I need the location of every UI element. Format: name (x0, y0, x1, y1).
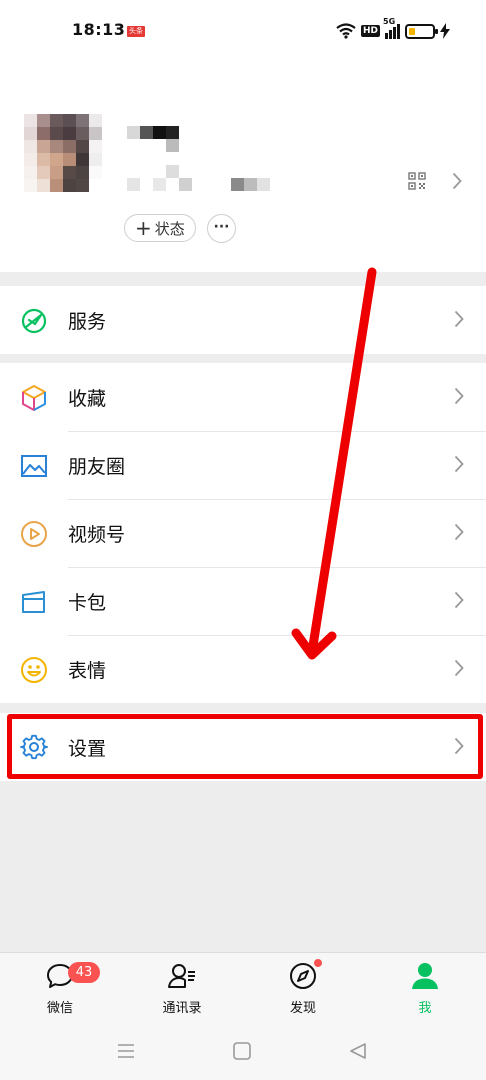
menu-label: 朋友圈 (68, 455, 126, 478)
features-group: 收藏 朋友圈 视频号 卡包 表情 (0, 363, 486, 703)
home-square-icon[interactable] (232, 1041, 252, 1061)
status-button-label: 状态 (154, 219, 185, 238)
favorites-cube-icon (22, 385, 46, 411)
menu-label: 卡包 (68, 591, 107, 614)
menu-item-stickers[interactable]: 表情 (0, 635, 486, 703)
unread-badge: 43 (68, 962, 100, 983)
tab-me[interactable]: 我 (380, 961, 470, 1025)
chevron-right-icon (454, 455, 464, 473)
menu-label: 收藏 (68, 387, 107, 410)
tab-label: 发现 (289, 1001, 316, 1016)
bottom-tab-bar: 微信 43 通讯录 发现 我 (0, 952, 486, 1026)
new-dot-badge (314, 959, 322, 967)
chevron-right-icon (454, 591, 464, 609)
menu-item-channels[interactable]: 视频号 (0, 499, 486, 567)
status-time: 18:13 (72, 20, 126, 39)
network-type: 5G (383, 17, 396, 26)
chevron-right-icon (452, 172, 462, 190)
tab-contacts[interactable]: 通讯录 (137, 961, 227, 1025)
battery-icon (405, 23, 438, 39)
channels-play-icon (21, 521, 47, 547)
menu-label: 服务 (68, 310, 107, 333)
menu-item-favorites[interactable]: 收藏 (0, 363, 486, 431)
signal-icon: 5G (383, 17, 400, 39)
annotation-highlight-box (7, 714, 483, 779)
compass-icon (290, 963, 316, 989)
tab-label: 微信 (46, 1001, 73, 1016)
profile-header[interactable]: + 状态 ··· (0, 62, 486, 272)
menu-item-moments[interactable]: 朋友圈 (0, 431, 486, 499)
status-right: HD 5G (336, 17, 450, 42)
back-triangle-icon[interactable] (348, 1041, 368, 1061)
menu-item-services[interactable]: 服务 (0, 286, 486, 354)
services-icon (21, 308, 47, 334)
system-nav-bar (0, 1026, 486, 1080)
notification-badge-icon: 头条 (127, 26, 145, 37)
chevron-right-icon (454, 387, 464, 405)
tab-discover[interactable]: 发现 (258, 959, 348, 1025)
menu-label: 表情 (68, 659, 107, 682)
plus-icon: + (135, 216, 152, 240)
chevron-right-icon (454, 310, 464, 328)
tab-label: 通讯录 (162, 1001, 202, 1016)
tab-label: 我 (418, 1001, 432, 1016)
more-button[interactable]: ··· (207, 214, 236, 243)
menu-label: 视频号 (68, 523, 126, 546)
contacts-icon (168, 964, 195, 988)
card-wallet-icon (22, 591, 45, 613)
moments-picture-icon (21, 455, 47, 477)
sticker-smile-icon (21, 657, 47, 683)
avatar[interactable] (24, 114, 102, 192)
charging-bolt-icon (440, 23, 450, 39)
person-icon (412, 963, 438, 989)
menu-item-card-wallet[interactable]: 卡包 (0, 567, 486, 635)
menu-lines-icon[interactable] (116, 1041, 136, 1061)
qr-code-icon[interactable] (408, 172, 426, 190)
hd-icon: HD (360, 25, 380, 37)
chevron-right-icon (454, 523, 464, 541)
add-status-button[interactable]: + 状态 (124, 214, 196, 242)
services-group: 服务 (0, 286, 486, 354)
chevron-right-icon (454, 659, 464, 677)
status-bar: 18:13 头条 HD 5G (0, 0, 486, 62)
wifi-icon (336, 23, 356, 39)
